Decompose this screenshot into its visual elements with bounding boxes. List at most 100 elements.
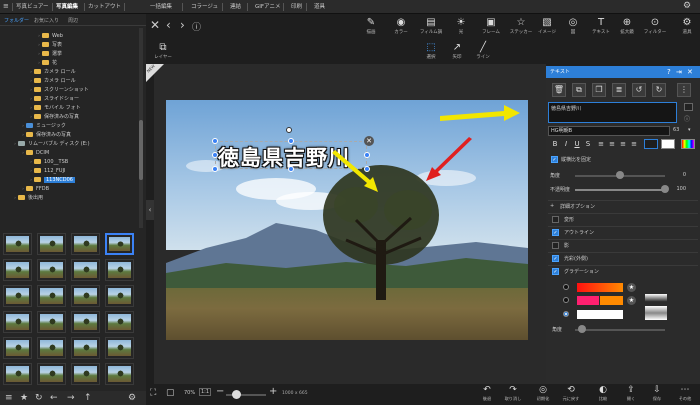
- toolbar-light-button[interactable]: ☀ 光: [448, 16, 474, 38]
- photo-thumbnail[interactable]: [105, 233, 134, 255]
- option-row[interactable]: 影: [548, 239, 698, 249]
- actual-size-icon[interactable]: ▢: [166, 388, 175, 398]
- tree-scrollbar-thumb[interactable]: [139, 120, 143, 180]
- forward-icon[interactable]: ›: [180, 18, 185, 32]
- photo-thumbnail[interactable]: [3, 285, 32, 307]
- detail-options-row[interactable]: + 詳細オプション: [548, 200, 698, 210]
- bottom-reset-button[interactable]: ◎ 初期化: [532, 385, 554, 402]
- text-input[interactable]: 徳島県吉野川: [548, 102, 677, 123]
- bold-button[interactable]: B: [550, 139, 560, 149]
- opacity-slider-track[interactable]: [575, 189, 665, 191]
- bottom-redo-button[interactable]: ↷ 取り消し: [502, 385, 524, 402]
- app-menu-icon[interactable]: ≡: [3, 0, 9, 13]
- gradient-swatch-red[interactable]: [577, 283, 623, 292]
- toolbar-text-button[interactable]: T テキスト: [588, 16, 614, 38]
- rotate-handle[interactable]: [286, 127, 292, 133]
- more-icon[interactable]: ⋮: [677, 83, 691, 97]
- collapse-panel-handle[interactable]: ‹: [146, 200, 154, 220]
- align-justify-icon[interactable]: ≡: [629, 139, 639, 149]
- photo-thumbnail[interactable]: [3, 233, 32, 255]
- photo-thumbnail[interactable]: [71, 233, 100, 255]
- align-left-icon[interactable]: ≡: [596, 139, 606, 149]
- gradient-swatch-white[interactable]: [577, 310, 623, 319]
- photo-thumbnail[interactable]: [37, 285, 66, 307]
- gradient-radio-2[interactable]: [563, 297, 569, 303]
- tab-tools[interactable]: 道具: [314, 0, 325, 14]
- tree-item[interactable]: › 後出用: [12, 194, 158, 202]
- tree-item[interactable]: › 112_FUJI: [28, 167, 174, 175]
- resize-handle[interactable]: [288, 166, 294, 172]
- tab-print[interactable]: 印刷: [291, 0, 302, 14]
- photo-thumbnail[interactable]: [37, 337, 66, 359]
- help-icon[interactable]: ?: [667, 66, 671, 78]
- rotate-left-icon[interactable]: ↺: [632, 83, 646, 97]
- option-row[interactable]: ✓ グラデーション: [548, 265, 698, 275]
- close-panel-icon[interactable]: ✕: [687, 66, 693, 78]
- bottom-undo-button[interactable]: ↶ 後退: [476, 385, 498, 402]
- font-size-value[interactable]: 63: [673, 127, 679, 133]
- text-info-icon[interactable]: ⓘ: [684, 114, 690, 123]
- resize-handle[interactable]: [212, 138, 218, 144]
- option-checkbox[interactable]: ✓: [552, 255, 559, 262]
- rotate-right-icon[interactable]: ↻: [652, 83, 666, 97]
- tab-folders[interactable]: フォルダー: [4, 17, 29, 24]
- tree-item[interactable]: › 保存済みの写真: [20, 131, 166, 139]
- tab-photo-edit[interactable]: 写真編集: [56, 0, 78, 14]
- menu-icon[interactable]: ≡: [5, 391, 13, 405]
- tree-item[interactable]: › 保存済みの写真: [28, 113, 174, 121]
- subtoolbar-line-button[interactable]: ╱ ライン: [470, 41, 496, 63]
- pin-icon[interactable]: ⇥: [676, 66, 682, 78]
- align-center-icon[interactable]: ≡: [607, 139, 617, 149]
- toolbar-color-button[interactable]: ◉ カラー: [388, 16, 414, 38]
- option-checkbox[interactable]: ✓: [552, 229, 559, 236]
- strike-button[interactable]: S: [583, 139, 593, 149]
- photo-thumbnail[interactable]: [105, 363, 134, 385]
- photo-thumbnail[interactable]: [71, 337, 100, 359]
- up-arrow-icon[interactable]: ↑: [84, 391, 92, 405]
- back-icon[interactable]: ‹: [166, 18, 171, 32]
- toolbar-edit-button[interactable]: ✎ 描画: [358, 16, 384, 38]
- zoom-slider-thumb[interactable]: [232, 390, 241, 399]
- resize-handle[interactable]: [212, 152, 218, 158]
- option-checkbox[interactable]: ✓: [552, 268, 559, 275]
- tree-item[interactable]: › 100__TSB: [28, 158, 174, 166]
- gradient-radio-3[interactable]: [563, 311, 569, 317]
- toolbar-filter-button[interactable]: ⊙ フィルター: [642, 16, 668, 38]
- zoom-in-icon[interactable]: +: [269, 386, 277, 397]
- back-arrow-icon[interactable]: ←: [50, 391, 58, 405]
- settings-gear-icon[interactable]: ⚙: [128, 391, 136, 405]
- tree-item[interactable]: › ミュージック: [20, 122, 166, 130]
- photo-thumbnail[interactable]: [71, 285, 100, 307]
- bottom-more-button[interactable]: ⋯ その他: [674, 385, 696, 402]
- italic-button[interactable]: I: [561, 139, 571, 149]
- align-icon[interactable]: ≣: [612, 83, 626, 97]
- photo-thumbnail[interactable]: [105, 311, 134, 333]
- tab-nearby[interactable]: 周辺: [68, 17, 78, 24]
- toolbar-frame-button[interactable]: ▣ フレーム: [478, 16, 504, 38]
- photo-thumbnail[interactable]: [3, 311, 32, 333]
- tab-gif[interactable]: GIFアニメ: [255, 0, 280, 14]
- opacity-slider-thumb[interactable]: [661, 185, 669, 193]
- gradient-radio-1[interactable]: [563, 284, 569, 290]
- text-bracket-icon[interactable]: [684, 103, 693, 111]
- photo-thumbnail[interactable]: [37, 311, 66, 333]
- option-row[interactable]: ✓ アウトライン: [548, 226, 698, 236]
- gradient-angle-slider-thumb[interactable]: [578, 325, 586, 333]
- option-row[interactable]: ✓ 光彩(外側): [548, 252, 698, 262]
- gradient-star-icon[interactable]: ★: [627, 283, 636, 292]
- underline-button[interactable]: U: [572, 139, 582, 149]
- bottom-compare-button[interactable]: ◐ 比較: [592, 385, 614, 402]
- close-icon[interactable]: ✕: [150, 18, 160, 32]
- tree-item[interactable]: › モバイル フォト: [28, 104, 174, 112]
- opacity-value[interactable]: 100: [670, 186, 686, 194]
- photo-thumbnail[interactable]: [3, 363, 32, 385]
- photo-thumbnail[interactable]: [37, 363, 66, 385]
- photo-thumbnail[interactable]: [37, 233, 66, 255]
- gradient-star-icon[interactable]: ★: [627, 296, 636, 305]
- photo-thumbnail[interactable]: [3, 259, 32, 281]
- tree-item[interactable]: › FFDB: [20, 185, 166, 193]
- toolbar-shape-button[interactable]: ◎ 図: [560, 16, 586, 38]
- subtoolbar-arrow-button[interactable]: ↗ 矢印: [444, 41, 470, 63]
- resize-handle[interactable]: [364, 152, 370, 158]
- toolbar-sticker-button[interactable]: ☆ ステッカー: [508, 16, 534, 38]
